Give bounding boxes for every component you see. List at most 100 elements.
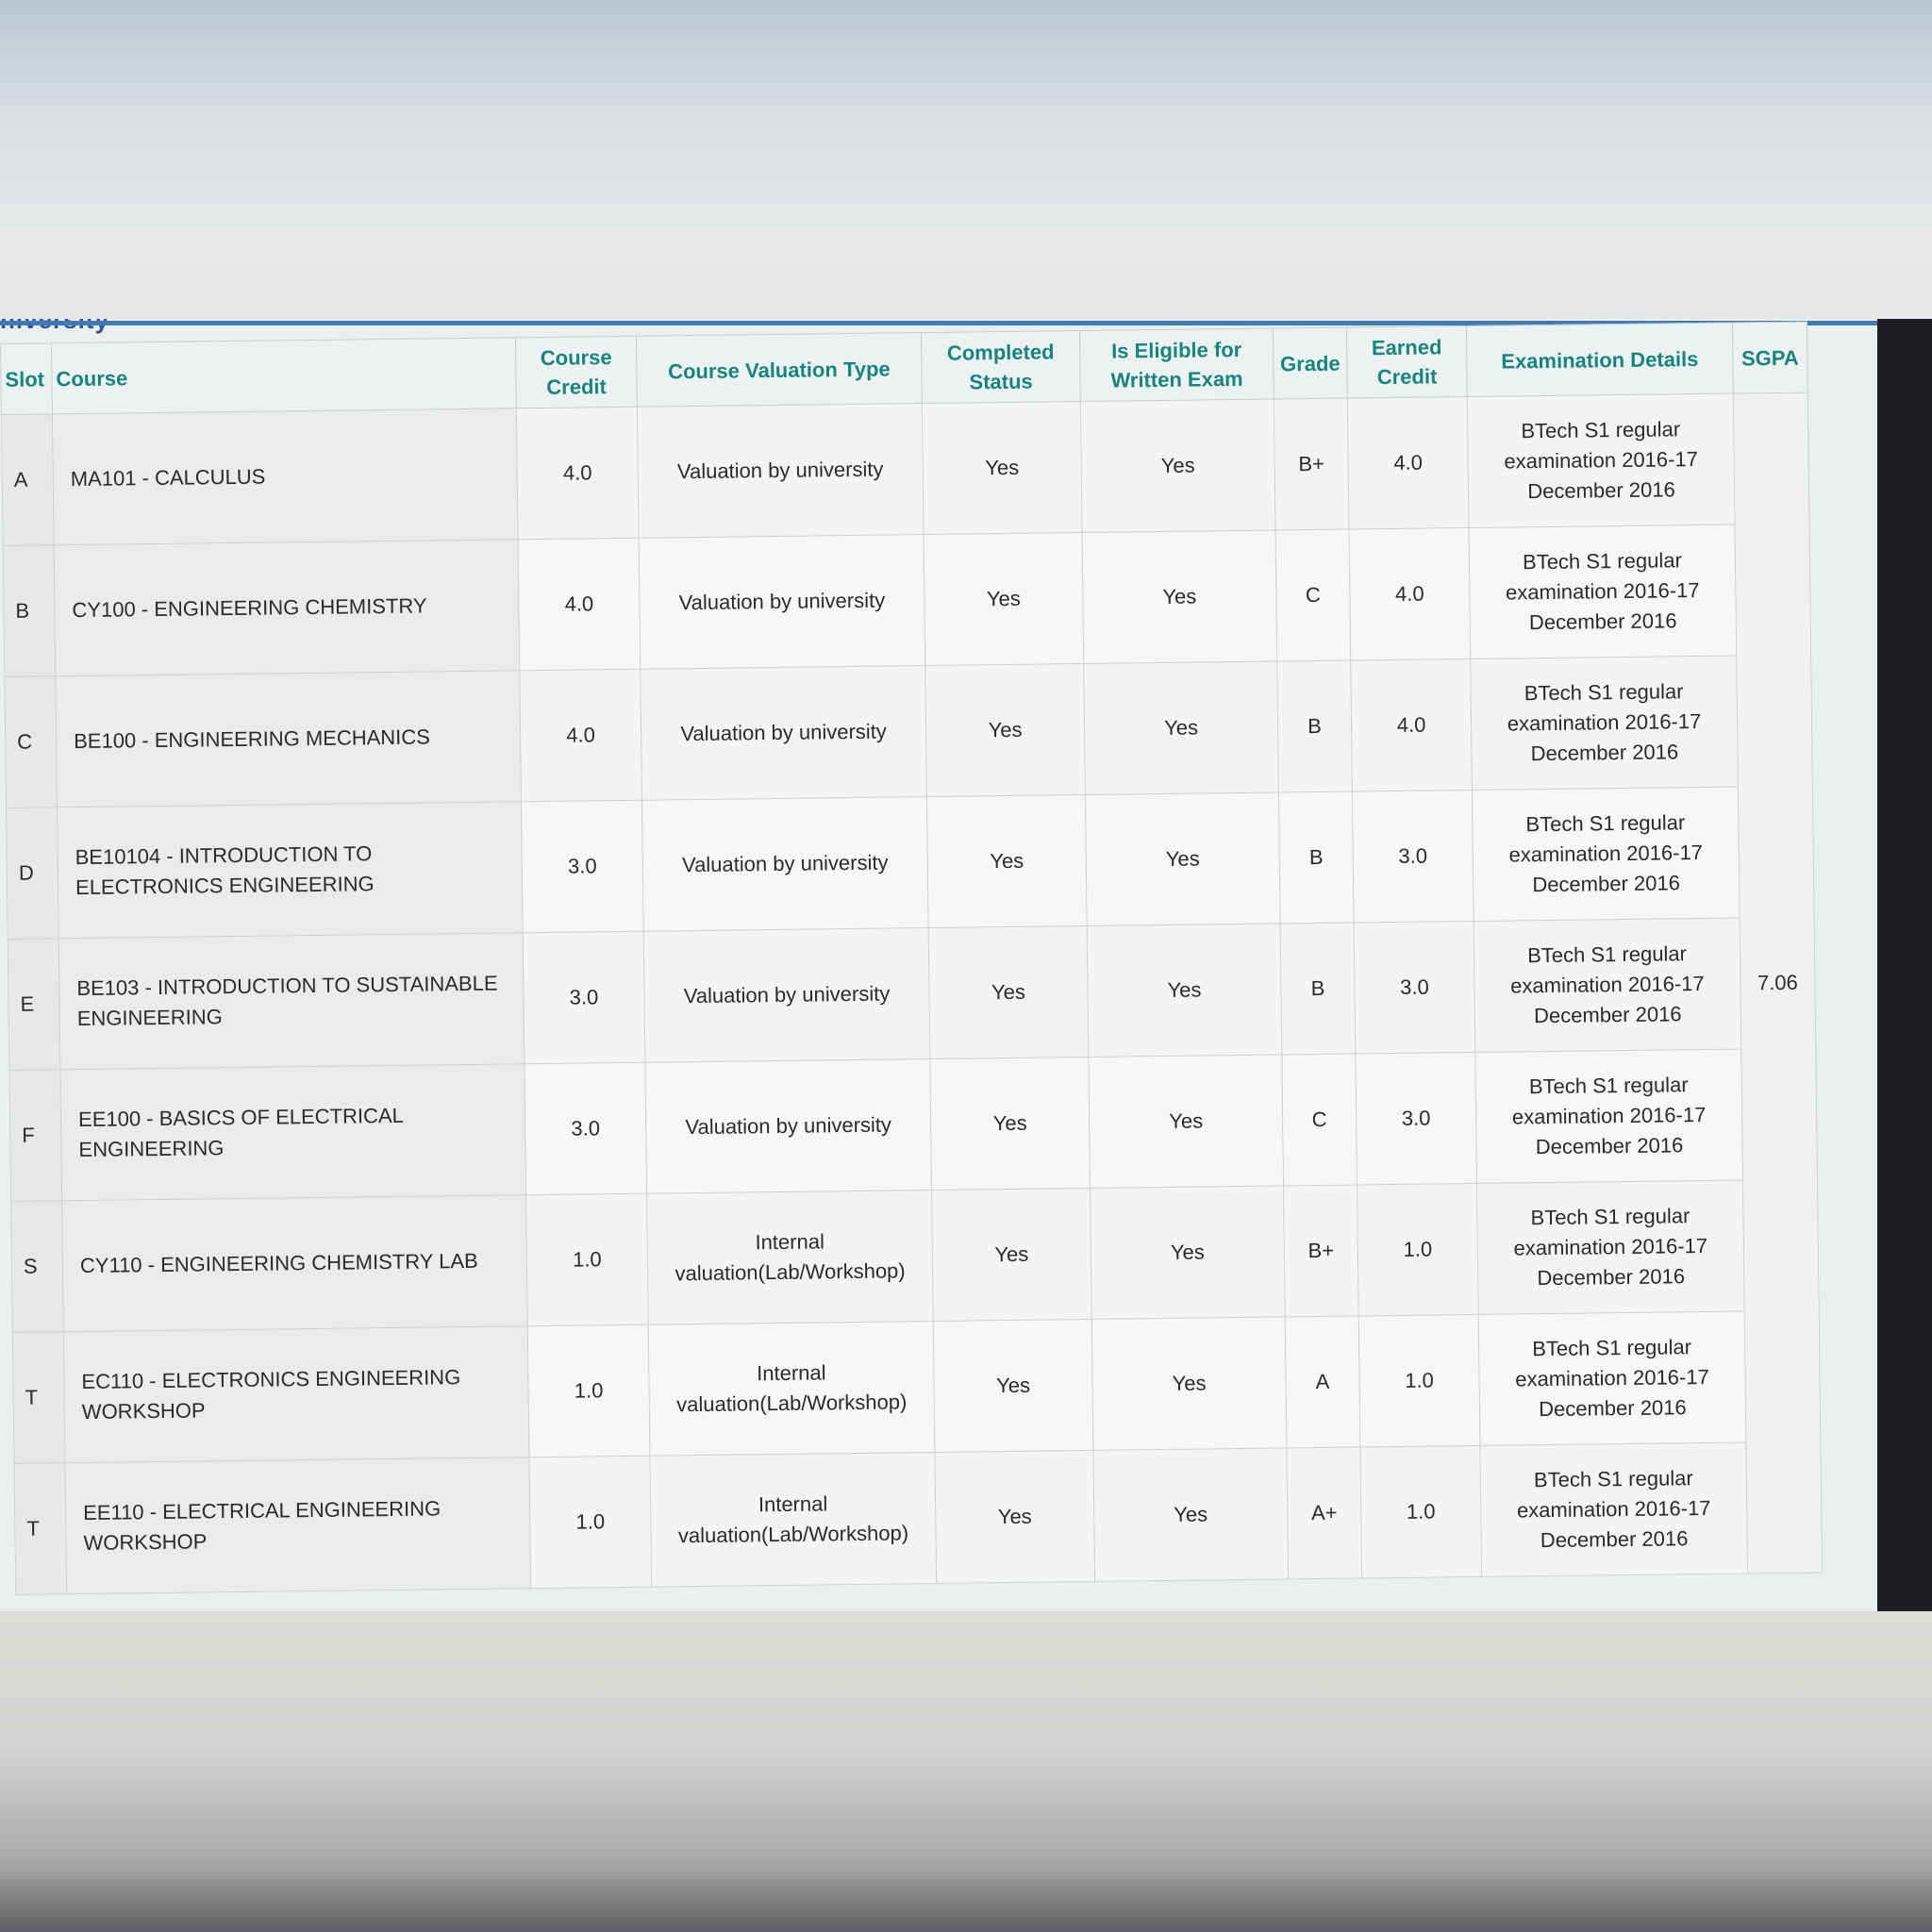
- table-row: T EE110 - ELECTRICAL ENGINEERING WORKSHO…: [14, 1441, 1823, 1595]
- exam-details-cell: BTech S1 regular examination 2016-17 Dec…: [1467, 393, 1735, 528]
- header-course: Course: [51, 337, 517, 414]
- course-credit-cell: 3.0: [524, 1062, 647, 1195]
- grade-cell: B: [1278, 791, 1355, 924]
- course-cell: EE100 - BASICS OF ELECTRICAL ENGINEERING: [59, 1063, 526, 1201]
- valuation-type-cell: Valuation by university: [641, 796, 929, 932]
- eligible-cell: Yes: [1092, 1447, 1289, 1582]
- valuation-type-cell: Valuation by university: [640, 665, 927, 801]
- slot-cell: D: [6, 807, 59, 940]
- earned-credit-cell: 1.0: [1358, 1314, 1480, 1447]
- eligible-cell: Yes: [1087, 923, 1282, 1058]
- eligible-cell: Yes: [1080, 399, 1276, 533]
- grade-cell: C: [1275, 529, 1351, 661]
- header-course-credit: Course Credit: [515, 336, 638, 408]
- results-page: niversity Slot Course Course Credit Cour…: [0, 319, 1877, 1611]
- exam-details-cell: BTech S1 regular examination 2016-17 Dec…: [1478, 1310, 1746, 1446]
- slot-cell: T: [14, 1462, 67, 1595]
- table-row: B CY100 - ENGINEERING CHEMISTRY 4.0 Valu…: [3, 524, 1811, 677]
- grade-cell: B: [1276, 660, 1353, 792]
- table-row: F EE100 - BASICS OF ELECTRICAL ENGINEERI…: [8, 1048, 1818, 1202]
- course-credit-cell: 4.0: [519, 669, 642, 802]
- course-credit-cell: 1.0: [528, 1456, 652, 1589]
- completed-status-cell: Yes: [933, 1319, 1093, 1453]
- slot-cell: F: [8, 1069, 62, 1202]
- slot-cell: E: [8, 938, 60, 1071]
- completed-status-cell: Yes: [926, 794, 1088, 928]
- completed-status-cell: Yes: [934, 1450, 1095, 1584]
- course-cell: BE103 - INTRODUCTION TO SUSTAINABLE ENGI…: [58, 932, 525, 1070]
- eligible-cell: Yes: [1085, 791, 1281, 926]
- course-cell: EE110 - ELECTRICAL ENGINEERING WORKSHOP: [65, 1457, 531, 1594]
- eligible-cell: Yes: [1082, 529, 1277, 664]
- slot-cell: B: [3, 544, 56, 677]
- exam-details-cell: BTech S1 regular examination 2016-17 Dec…: [1476, 1179, 1745, 1315]
- monitor-screen: niversity Slot Course Course Credit Cour…: [0, 319, 1932, 1611]
- exam-details-cell: BTech S1 regular examination 2016-17 Dec…: [1474, 1049, 1743, 1184]
- completed-status-cell: Yes: [924, 663, 1086, 797]
- eligible-cell: Yes: [1083, 660, 1279, 795]
- header-earned-credit: Earned Credit: [1346, 325, 1468, 399]
- slot-cell: C: [4, 675, 58, 808]
- table-row: A MA101 - CALCULUS 4.0 Valuation by univ…: [1, 392, 1823, 1574]
- valuation-type-cell: Internal valuation(Lab/Workshop): [649, 1452, 937, 1588]
- earned-credit-cell: 4.0: [1349, 527, 1471, 661]
- results-content: Slot Course Course Credit Course Valuati…: [0, 321, 1826, 1611]
- table-row: T EC110 - ELECTRONICS ENGINEERING WORKSH…: [12, 1310, 1821, 1464]
- slot-cell: A: [1, 413, 55, 546]
- earned-credit-cell: 3.0: [1354, 921, 1475, 1055]
- table-row: C BE100 - ENGINEERING MECHANICS 4.0 Valu…: [4, 655, 1813, 808]
- background-below-screen: [0, 1608, 1932, 1932]
- completed-status-cell: Yes: [928, 925, 1089, 1059]
- exam-details-cell: BTech S1 regular examination 2016-17 Dec…: [1470, 656, 1739, 791]
- slot-cell: T: [12, 1331, 66, 1464]
- valuation-type-cell: Internal valuation(Lab/Workshop): [646, 1190, 934, 1325]
- course-credit-cell: 4.0: [518, 538, 641, 671]
- earned-credit-cell: 3.0: [1352, 790, 1474, 924]
- eligible-cell: Yes: [1088, 1054, 1284, 1189]
- exam-details-cell: BTech S1 regular examination 2016-17 Dec…: [1469, 525, 1737, 659]
- course-credit-cell: 1.0: [525, 1193, 649, 1326]
- exam-details-cell: BTech S1 regular examination 2016-17 Dec…: [1472, 787, 1740, 922]
- slot-cell: S: [10, 1200, 64, 1333]
- course-cell: EC110 - ELECTRONICS ENGINEERING WORKSHOP: [63, 1325, 529, 1463]
- grade-cell: A: [1285, 1315, 1360, 1448]
- course-cell: CY100 - ENGINEERING CHEMISTRY: [54, 539, 520, 676]
- table-row: D BE10104 - INTRODUCTION TO ELECTRONICS …: [6, 786, 1815, 940]
- header-sgpa: SGPA: [1732, 322, 1808, 394]
- exam-details-cell: BTech S1 regular examination 2016-17 Dec…: [1479, 1441, 1748, 1577]
- earned-credit-cell: 4.0: [1350, 658, 1473, 792]
- header-completed-status: Completed Status: [921, 330, 1081, 404]
- grade-cell: A+: [1286, 1446, 1362, 1579]
- course-credit-cell: 3.0: [521, 800, 644, 933]
- table-row: S CY110 - ENGINEERING CHEMISTRY LAB 1.0 …: [10, 1179, 1820, 1333]
- valuation-type-cell: Valuation by university: [643, 927, 930, 1063]
- completed-status-cell: Yes: [924, 532, 1084, 666]
- grade-cell: B: [1280, 923, 1356, 1055]
- grade-cell: C: [1281, 1054, 1357, 1186]
- table-row: E BE103 - INTRODUCTION TO SUSTAINABLE EN…: [8, 917, 1816, 1071]
- course-cell: BE100 - ENGINEERING MECHANICS: [55, 670, 522, 808]
- eligible-cell: Yes: [1090, 1185, 1286, 1320]
- valuation-type-cell: Valuation by university: [637, 403, 924, 539]
- sgpa-cell: 7.06: [1733, 392, 1823, 1574]
- course-cell: CY110 - ENGINEERING CHEMISTRY LAB: [61, 1194, 528, 1332]
- header-slot: Slot: [0, 342, 53, 415]
- earned-credit-cell: 1.0: [1357, 1183, 1479, 1316]
- grade-cell: B+: [1274, 398, 1350, 530]
- completed-status-cell: Yes: [922, 401, 1083, 535]
- course-credit-cell: 4.0: [516, 407, 640, 540]
- valuation-type-cell: Valuation by university: [644, 1058, 932, 1194]
- grade-table: Slot Course Course Credit Course Valuati…: [0, 321, 1824, 1595]
- valuation-type-cell: Valuation by university: [639, 534, 925, 670]
- grade-cell: B+: [1283, 1184, 1359, 1317]
- completed-status-cell: Yes: [931, 1188, 1092, 1322]
- course-credit-cell: 3.0: [523, 931, 645, 1064]
- course-cell: MA101 - CALCULUS: [52, 408, 519, 545]
- earned-credit-cell: 3.0: [1355, 1052, 1477, 1185]
- header-valuation-type: Course Valuation Type: [636, 332, 923, 408]
- header-eligible: Is Eligible for Written Exam: [1079, 328, 1274, 402]
- exam-details-cell: BTech S1 regular examination 2016-17 Dec…: [1474, 918, 1741, 1053]
- valuation-type-cell: Internal valuation(Lab/Workshop): [648, 1321, 935, 1457]
- completed-status-cell: Yes: [929, 1057, 1091, 1191]
- course-credit-cell: 1.0: [527, 1324, 650, 1457]
